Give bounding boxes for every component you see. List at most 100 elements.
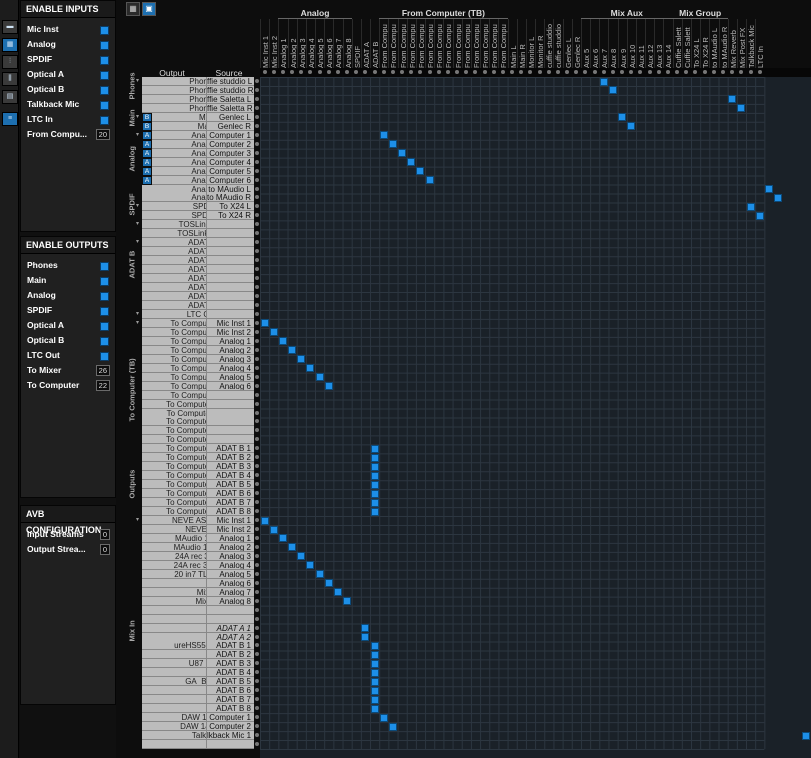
table-row[interactable]: ▾ To Computer 1 Mic Inst 1 <box>136 318 259 328</box>
route-cell[interactable] <box>298 356 305 363</box>
row-dot[interactable] <box>255 401 259 406</box>
row-dot[interactable] <box>255 634 259 639</box>
source-name[interactable]: ffie studdio L <box>206 77 254 86</box>
source-name[interactable]: Analog 1 <box>206 336 254 346</box>
enable-input-checkbox[interactable] <box>100 41 109 50</box>
source-name[interactable]: lkback Mic 1 <box>206 731 254 741</box>
column-dot[interactable] <box>629 70 634 74</box>
column-dot[interactable] <box>748 70 753 74</box>
source-name[interactable] <box>206 399 254 409</box>
row-dot[interactable] <box>255 562 259 567</box>
column-dot[interactable] <box>290 70 294 74</box>
table-row[interactable]: ADAT B 8 <box>136 301 259 310</box>
column-dot[interactable] <box>491 70 496 74</box>
enable-output-checkbox[interactable] <box>100 277 109 286</box>
source-name[interactable]: Computer 5 <box>206 166 254 176</box>
row-dot[interactable] <box>255 168 259 173</box>
column-dot[interactable] <box>354 70 359 74</box>
column-dot[interactable] <box>546 70 551 74</box>
route-cell[interactable] <box>279 535 286 542</box>
route-cell[interactable] <box>334 589 341 596</box>
route-cell[interactable] <box>371 463 378 470</box>
route-cell[interactable] <box>609 87 616 94</box>
table-row[interactable]: ADAT B 7 <box>136 292 259 302</box>
column-dot[interactable] <box>565 70 570 74</box>
row-dot[interactable] <box>255 231 259 236</box>
source-name[interactable]: ADAT B 3 <box>206 462 254 472</box>
table-row[interactable]: DAW 1&2 R Computer 2 <box>136 722 259 732</box>
route-cell[interactable] <box>371 472 378 479</box>
row-dot[interactable] <box>255 697 259 702</box>
table-row[interactable]: Phones 4ffie Saletta R <box>136 103 259 113</box>
row-dot[interactable] <box>255 733 259 738</box>
column-dot[interactable] <box>647 70 652 74</box>
row-dot[interactable] <box>255 294 259 299</box>
enable-input-checkbox[interactable] <box>100 71 109 80</box>
table-row[interactable]: Main RBGenlec R <box>136 121 259 131</box>
enable-output-item[interactable]: LTC Out <box>21 348 115 363</box>
row-dot[interactable] <box>255 464 259 469</box>
route-cell[interactable] <box>399 150 406 157</box>
row-dot[interactable] <box>255 500 259 505</box>
row-dot[interactable] <box>255 473 259 478</box>
chevron-down-icon[interactable]: ▾ <box>136 113 142 122</box>
list-icon[interactable]: ≡ <box>2 112 18 126</box>
source-name[interactable]: Analog 3 <box>206 354 254 364</box>
column-dot[interactable] <box>335 70 340 74</box>
table-row[interactable]: MAudio 1*2 L Analog 1 <box>136 533 259 543</box>
table-row[interactable]: GA_BS 19 ADAT B 5 <box>136 677 259 687</box>
table-row[interactable]: In 13ADAT A 1 <box>136 623 259 633</box>
column-dot[interactable] <box>381 70 386 74</box>
source-name[interactable]: to MAudio R <box>206 193 254 203</box>
source-name[interactable]: Computer 1 <box>206 130 254 140</box>
column-dot[interactable] <box>271 70 276 74</box>
enable-output-item[interactable]: Optical A <box>21 318 115 333</box>
source-name[interactable] <box>206 301 254 310</box>
column-dot[interactable] <box>711 70 716 74</box>
source-name[interactable] <box>206 417 254 427</box>
row-dot[interactable] <box>255 159 259 164</box>
source-name[interactable] <box>206 274 254 284</box>
table-row[interactable]: in20ADAT B 6 <box>136 686 259 696</box>
row-dot[interactable] <box>255 105 259 110</box>
route-cell[interactable] <box>371 705 378 712</box>
table-row[interactable]: ADAT B 4 <box>136 265 259 275</box>
enable-input-item[interactable]: Optical B <box>21 82 115 97</box>
column-dot[interactable] <box>638 70 643 74</box>
route-cell[interactable] <box>362 625 369 632</box>
column-dot[interactable] <box>390 70 395 74</box>
enable-output-checkbox[interactable] <box>100 337 109 346</box>
column-dot[interactable] <box>528 70 533 74</box>
column-dot[interactable] <box>537 70 542 74</box>
source-name[interactable] <box>206 256 254 266</box>
row-dot[interactable] <box>255 383 259 388</box>
source-name[interactable]: Computer 2 <box>206 139 254 149</box>
source-name[interactable]: Analog 5 <box>206 569 254 579</box>
table-row[interactable]: ▾ NEVE ASTON Mic Inst 1 <box>136 516 259 526</box>
enable-output-checkbox[interactable] <box>100 352 109 361</box>
column-dot[interactable] <box>592 70 597 74</box>
route-cell[interactable] <box>765 186 772 193</box>
table-row[interactable]: To Computer 6 Analog 4 <box>136 363 259 373</box>
row-dot[interactable] <box>255 509 259 514</box>
route-cell[interactable] <box>389 723 396 730</box>
row-dot[interactable] <box>255 670 259 675</box>
source-name[interactable]: Genlec R <box>206 121 254 131</box>
route-cell[interactable] <box>279 338 286 345</box>
source-name[interactable]: To X24 R <box>206 211 254 221</box>
route-cell[interactable] <box>389 141 396 148</box>
enable-input-item[interactable]: Mic Inst <box>21 22 115 37</box>
table-row[interactable]: Talkbacklkback Mic 1 <box>136 731 259 741</box>
enable-output-item[interactable]: To Computer 22 <box>21 378 115 393</box>
column-dot[interactable] <box>730 70 735 74</box>
row-dot[interactable] <box>255 428 259 433</box>
table-row[interactable]: To Computer 10 <box>136 399 259 409</box>
table-row[interactable]: in8Analog 6 <box>136 578 259 588</box>
column-dot[interactable] <box>675 70 680 74</box>
source-name[interactable] <box>206 265 254 275</box>
table-row[interactable]: ADAT B 6 <box>136 283 259 293</box>
enable-output-item[interactable]: Phones <box>21 258 115 273</box>
meters-icon[interactable]: ▤ <box>2 90 18 104</box>
row-dot[interactable] <box>255 724 259 729</box>
table-row[interactable]: To Computer 3 Analog 1 <box>136 336 259 346</box>
